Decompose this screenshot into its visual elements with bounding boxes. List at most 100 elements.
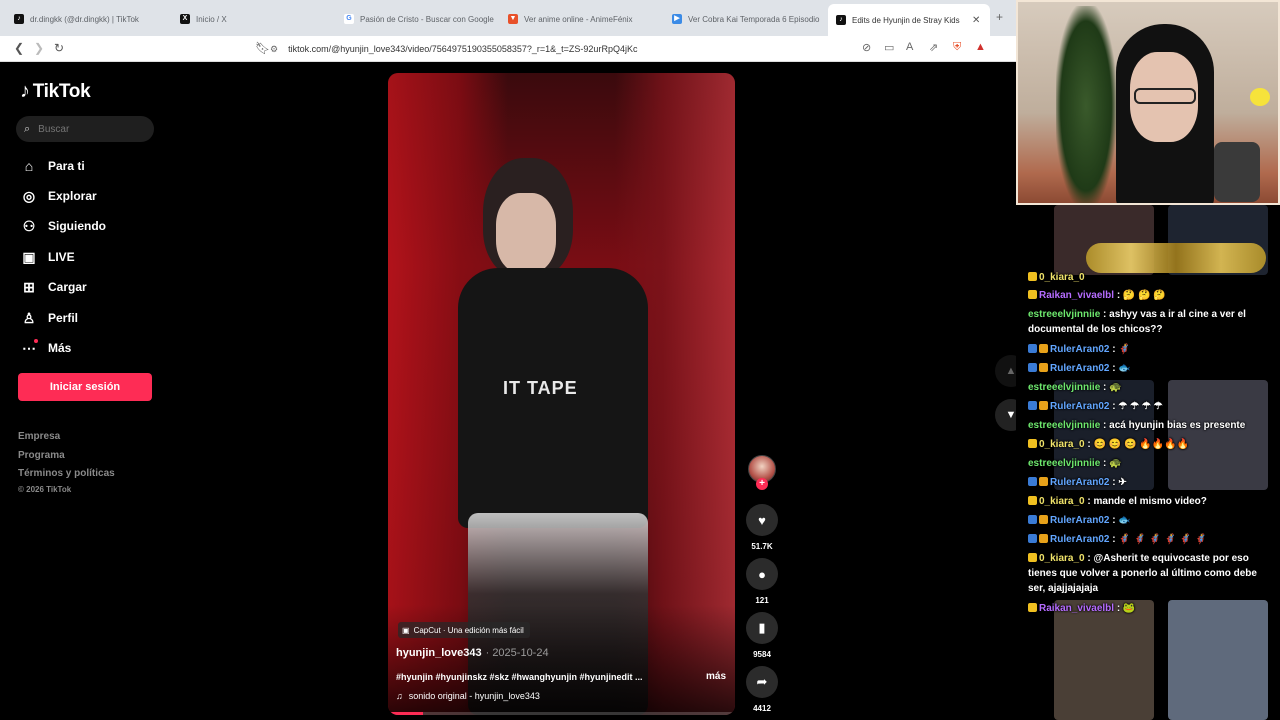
screen: ♪ dr.dingkk (@dr.dingkk) | TikTok X Inic… (0, 0, 1280, 720)
crown-icon (1028, 439, 1037, 448)
live-icon: ▣ (22, 248, 36, 265)
video-author[interactable]: hyunjin_love343 · 2025-10-24 (396, 647, 549, 659)
browser-tab[interactable]: ▶ Ver Cobra Kai Temporada 6 Episodio (672, 7, 820, 31)
browser-tab[interactable]: G Pasión de Cristo - Buscar con Google (344, 7, 494, 31)
no-tracking-icon[interactable]: ⊘ (862, 41, 871, 54)
tiktok-icon: ♪ (14, 14, 24, 24)
chat-username: 0_kiara_0 (1039, 272, 1085, 283)
nav-label: LIVE (48, 250, 75, 264)
background-thumbnail (1054, 600, 1154, 720)
prime-badge-icon (1028, 363, 1037, 372)
nav-item-explorar[interactable]: ◎ Explorar (20, 186, 97, 206)
chat-text: : 🦸 (1112, 344, 1131, 355)
sub-badge-icon (1039, 344, 1048, 353)
tiktok-icon: ♪ (20, 80, 30, 102)
close-icon[interactable]: ✕ (972, 15, 980, 26)
tiktok-logo[interactable]: ♪ TikTok (20, 80, 91, 103)
translate-icon[interactable]: A (906, 41, 913, 53)
footer-link-programa[interactable]: Programa (18, 450, 65, 461)
chat-username: estreeelvjinniie (1028, 382, 1101, 393)
x-icon: X (180, 14, 190, 24)
chat-username: Raikan_vivaelbl (1039, 290, 1115, 301)
chat-username: 0_kiara_0 (1039, 496, 1085, 507)
tab-title: Pasión de Cristo - Buscar con Google (360, 14, 494, 24)
tab-title: Ver anime online - AnimeFénix (524, 14, 633, 24)
reload-icon[interactable]: ↻ (54, 41, 64, 55)
chat-message: Raikan_vivaelbl : 🐸 (1028, 601, 1276, 616)
tab-title: Ver Cobra Kai Temporada 6 Episodio (688, 14, 820, 24)
browser-tab[interactable]: ♪ dr.dingkk (@dr.dingkk) | TikTok (14, 7, 164, 31)
christmas-tree (1056, 6, 1116, 203)
sound-name: sonido original - hyunjin_love343 (408, 691, 540, 701)
capcut-badge[interactable]: ▣ CapCut · Una edición más fácil (398, 622, 530, 638)
comment-button[interactable]: ● (746, 558, 778, 590)
chat-message: RulerAran02 : 🐟 (1028, 513, 1276, 528)
profile-icon: ♙ (22, 309, 36, 326)
save-button[interactable]: ▮ (746, 612, 778, 644)
search-box[interactable]: ⌕ (16, 116, 154, 142)
forward-icon[interactable]: ❯ (34, 41, 44, 55)
notification-dot (34, 339, 38, 343)
prime-badge-icon (1028, 534, 1037, 543)
brave-shield-icon[interactable]: ⛨ (953, 41, 961, 54)
sub-badge-icon (1039, 534, 1048, 543)
upload-icon: ⊞ (23, 278, 35, 295)
compass-icon: ◎ (22, 187, 36, 204)
new-tab-icon[interactable]: + (996, 10, 1003, 24)
microphone (1214, 142, 1260, 202)
prime-badge-icon (1028, 401, 1037, 410)
chat-message: RulerAran02 : 🦸 🦸 🦸 🦸 🦸 🦸 (1028, 532, 1276, 547)
sound-link[interactable]: ♫ sonido original - hyunjin_love343 (396, 691, 540, 701)
nav-item-live[interactable]: ▣ LIVE (20, 247, 75, 267)
cast-icon[interactable]: ▭ (884, 41, 894, 54)
animefenix-icon: ▼ (508, 14, 518, 24)
chat-text: : ☂ ☂ ☂ ☂ (1112, 401, 1163, 412)
capcut-icon: ▣ (402, 625, 410, 635)
nav-item-cargar[interactable]: ⊞ Cargar (20, 277, 87, 297)
site-info-icon[interactable]: ⚙ (270, 44, 278, 55)
chat-message: 0_kiara_0 : @Asherit te equivocaste por … (1028, 551, 1276, 596)
following-icon: ⚇ (22, 217, 36, 234)
search-input[interactable] (38, 123, 139, 135)
nav-item-mas[interactable]: ⋯ Más (20, 338, 71, 358)
chat-username: 0_kiara_0 (1039, 439, 1085, 450)
chat-text: : 🤔 🤔 🤔 (1116, 290, 1166, 301)
caption-more-link[interactable]: más (706, 671, 726, 682)
sub-badge-icon (1039, 515, 1048, 524)
footer-link-terminos[interactable]: Términos y políticas (18, 468, 115, 479)
address-bar[interactable]: ⚙ tiktok.com/@hyunjin_love343/video/7564… (270, 39, 860, 59)
video-player[interactable]: IT TAPE ▣ CapCut · Una edición más fácil… (388, 73, 735, 715)
chat-message: Raikan_vivaelbl : 🤔 🤔 🤔 (1028, 288, 1276, 303)
nav-item-perfil[interactable]: ♙ Perfil (20, 308, 78, 328)
browser-tab-active[interactable]: ♪ Edits de Hyunjin de Stray Kids ✕ (828, 4, 990, 36)
nav-label: Siguiendo (48, 219, 106, 233)
share-button[interactable]: ➦ (746, 666, 778, 698)
video-progress-bar[interactable] (388, 712, 735, 715)
bookmark-icon[interactable]: 🔖︎ (255, 41, 270, 55)
nav-item-para-ti[interactable]: ⌂ Para ti (20, 156, 85, 176)
browser-tab[interactable]: ▼ Ver anime online - AnimeFénix (508, 7, 658, 31)
share-icon[interactable]: ⇗ (929, 41, 938, 54)
chat-username: RulerAran02 (1050, 515, 1110, 526)
video-caption: #hyunjin #hyunjinskz #skz #hwanghyunjin … (396, 672, 643, 682)
nav-item-siguiendo[interactable]: ⚇ Siguiendo (20, 216, 106, 236)
chat-text: : 🐢 (1103, 458, 1122, 469)
login-button[interactable]: Iniciar sesión (18, 373, 152, 401)
footer-link-empresa[interactable]: Empresa (18, 431, 60, 442)
like-button[interactable]: ♥ (746, 504, 778, 536)
chat-username: Raikan_vivaelbl (1039, 603, 1115, 614)
chat-text: : acá hyunjin bias es presente (1103, 420, 1246, 431)
browser-toolbar: ❮ ❯ ↻ 🔖︎ ⚙ tiktok.com/@hyunjin_love343/v… (0, 36, 1016, 62)
chat-message: estreeelvjinniie : ashyy vas a ir al cin… (1028, 307, 1276, 337)
follow-plus-icon[interactable]: + (756, 478, 768, 490)
share-count: 4412 (753, 704, 771, 713)
home-icon: ⌂ (24, 158, 34, 174)
sub-badge-icon (1039, 363, 1048, 372)
crown-icon (1028, 496, 1037, 505)
capcut-text: CapCut · Una edición más fácil (413, 625, 524, 635)
back-icon[interactable]: ❮ (14, 41, 24, 55)
rewards-icon[interactable]: ▲ (975, 41, 986, 53)
video-progress-fill (388, 712, 423, 715)
browser-tab[interactable]: X Inicio / X (180, 7, 330, 31)
chat-message: estreeelvjinniie : acá hyunjin bias es p… (1028, 418, 1276, 433)
